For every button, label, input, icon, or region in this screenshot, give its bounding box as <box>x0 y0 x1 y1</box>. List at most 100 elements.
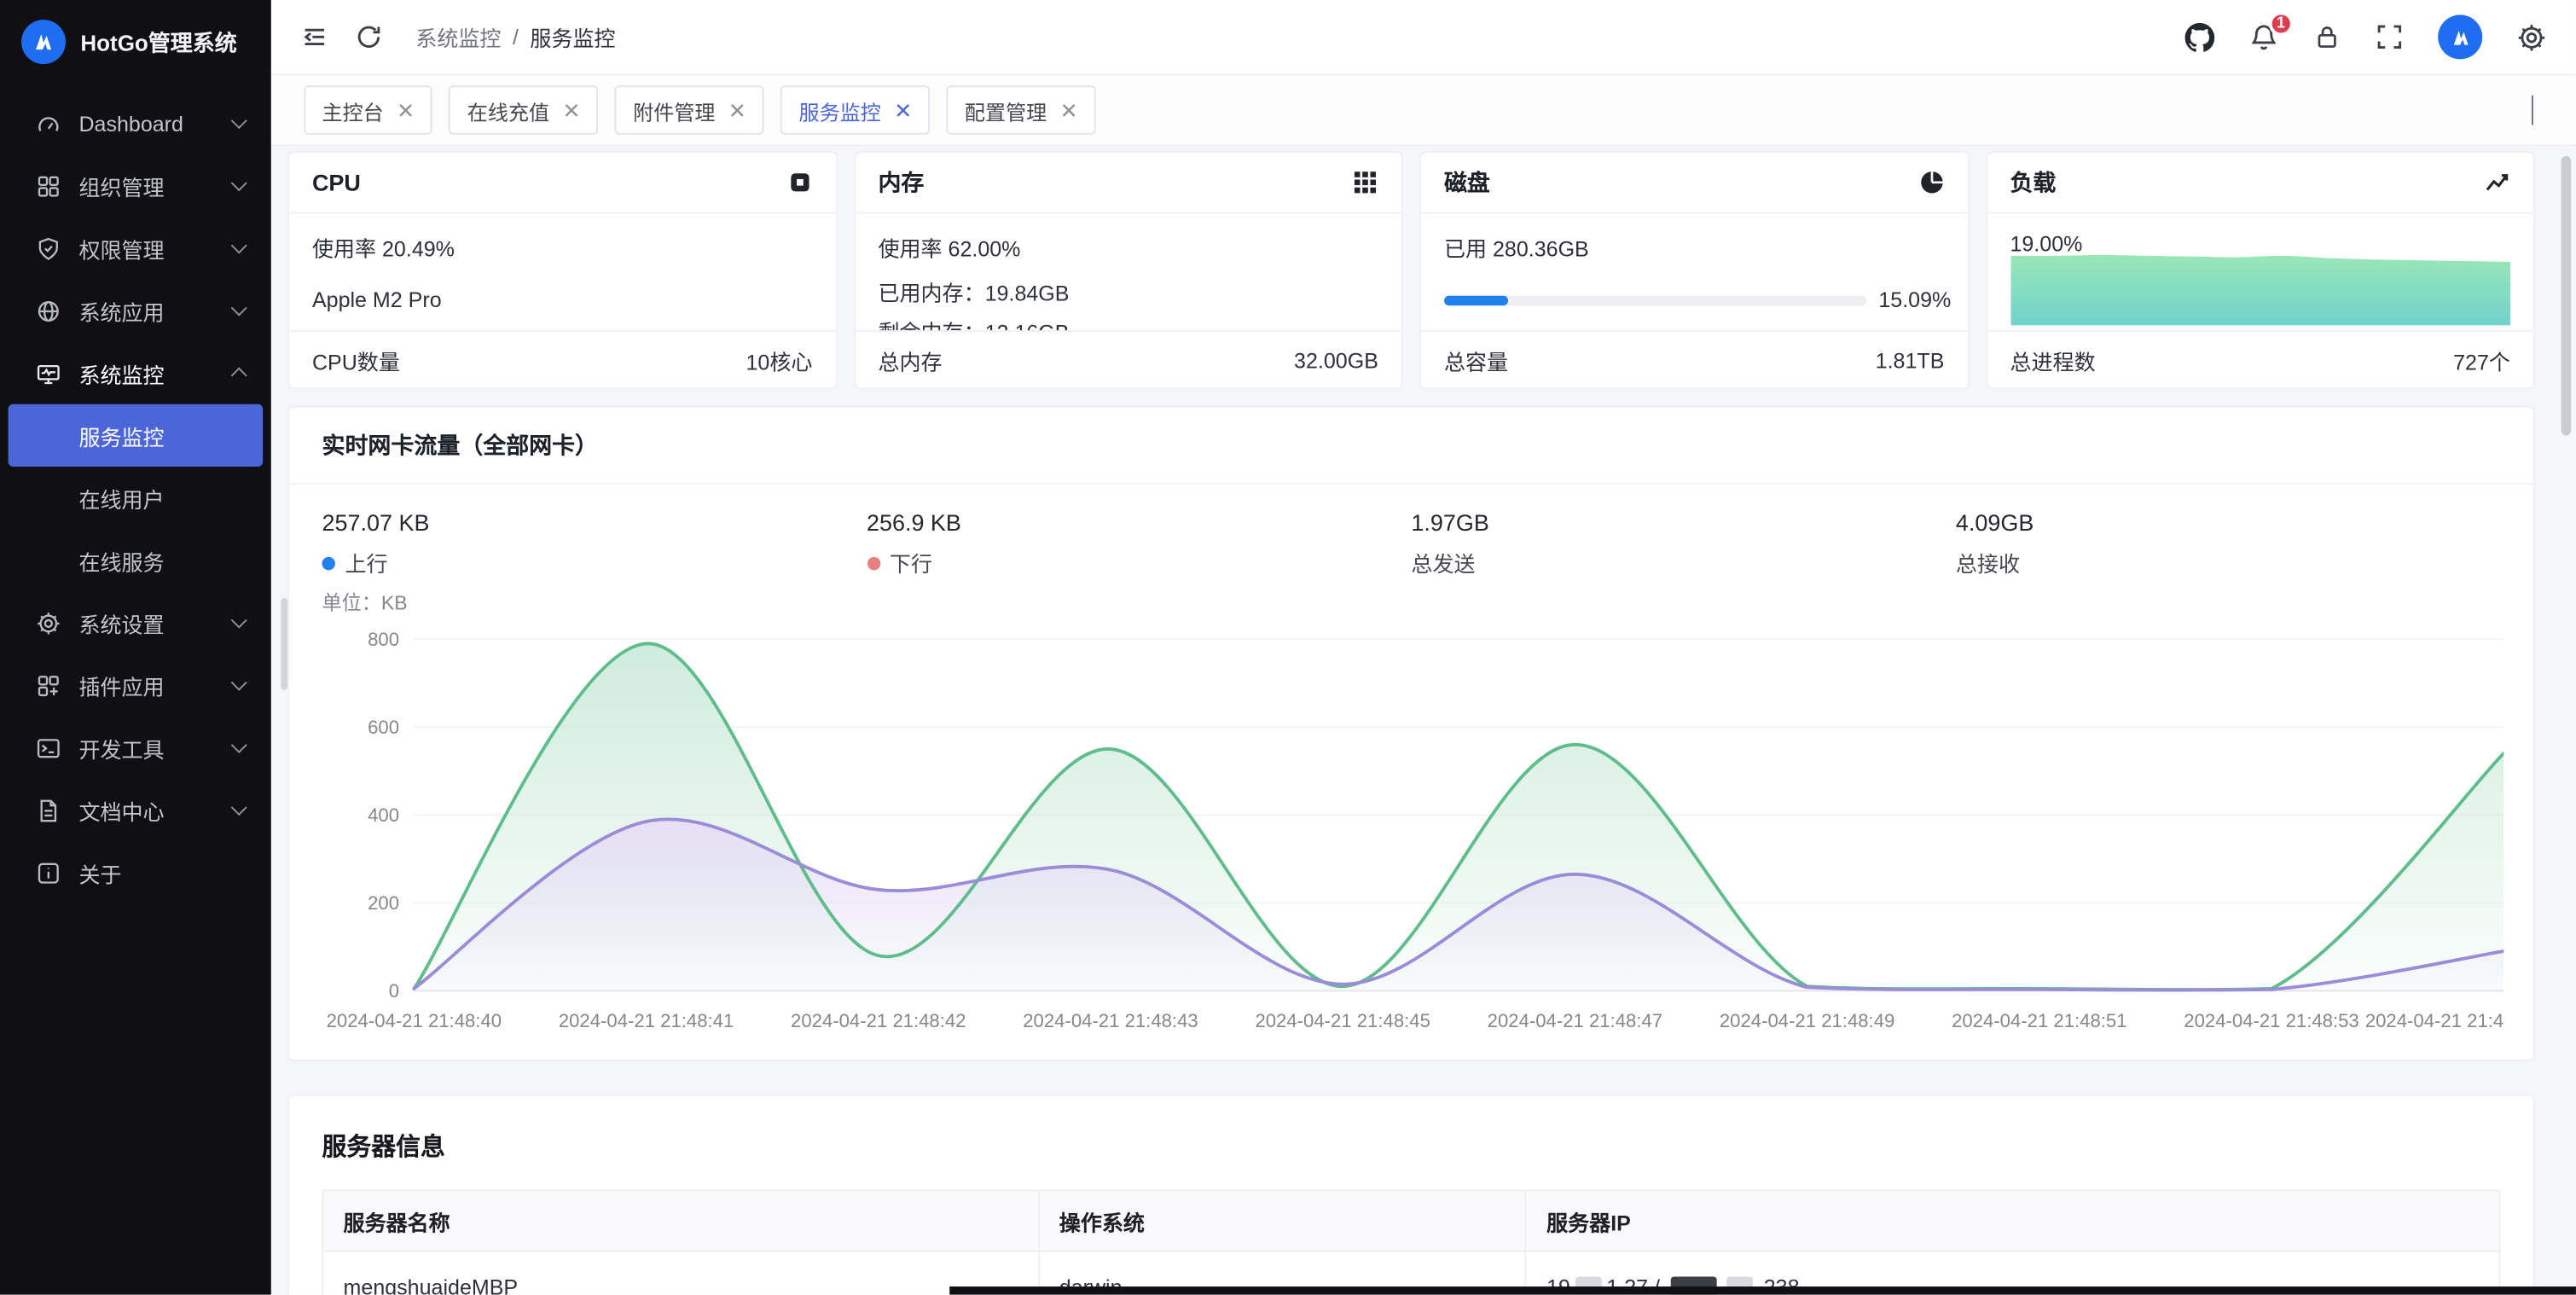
sidebar-item-plugins[interactable]: 插件应用 <box>0 654 271 717</box>
down-legend-dot <box>867 556 879 569</box>
disk-progress-fill <box>1444 295 1508 305</box>
tab-online-recharge[interactable]: 在线充值 ✕ <box>450 85 599 135</box>
app-logo-row[interactable]: HotGo管理系统 <box>0 0 271 82</box>
load-trend-icon <box>2484 169 2510 195</box>
cpu-card: CPU 使用率 20.49% Apple M2 Pro CPU数量 10核心 <box>287 151 837 389</box>
sidebar-item-org[interactable]: 组织管理 <box>0 154 271 217</box>
memory-footer-label: 总内存 <box>878 344 942 375</box>
breadcrumb-parent[interactable]: 系统监控 <box>415 21 501 53</box>
server-info-card: 服务器信息 服务器名称 操作系统 服务器IP mengshuaideMBP da… <box>287 1095 2535 1295</box>
sidebar-subitem-label: 服务监控 <box>78 420 164 451</box>
svg-text:600: 600 <box>368 717 399 738</box>
sidebar-menu: Dashboard 组织管理 权限管理 <box>0 82 271 903</box>
gear-icon <box>34 610 61 636</box>
traffic-chart-wrap: 单位：KB 02004006008002024-04-21 21:48:4020… <box>289 578 2533 1060</box>
server-name-cell: mengshuaideMBP <box>322 1251 1038 1295</box>
sidebar-item-permission[interactable]: 权限管理 <box>0 217 271 279</box>
close-icon[interactable]: ✕ <box>1060 100 1078 121</box>
sidebar-subitem-service-monitor[interactable]: 服务监控 <box>9 404 264 467</box>
server-table: 服务器名称 操作系统 服务器IP mengshuaideMBP darwin 1… <box>322 1189 2500 1294</box>
fullscreen-icon[interactable] <box>2376 23 2404 51</box>
disk-footer-label: 总容量 <box>1444 344 1508 375</box>
stat-label: 上行 <box>345 547 387 578</box>
tab-attachments[interactable]: 附件管理 ✕ <box>615 85 764 135</box>
traffic-stat-down: 256.9 KB 下行 <box>867 509 1411 578</box>
content-scrollbar-thumb[interactable] <box>281 598 287 690</box>
disk-percent-text: 15.09% <box>1878 286 1944 315</box>
svg-text:800: 800 <box>368 629 399 650</box>
screen-lock-icon[interactable] <box>2313 23 2341 51</box>
notification-bell-icon[interactable]: 1 <box>2249 22 2279 52</box>
terminal-icon <box>34 735 61 761</box>
page-scrollbar-thumb[interactable] <box>2561 156 2572 435</box>
close-icon[interactable]: ✕ <box>728 100 746 121</box>
sidebar-item-label: 系统监控 <box>78 357 215 389</box>
sidebar-subitem-online-users[interactable]: 在线用户 <box>0 467 271 529</box>
sidebar-item-label: 权限管理 <box>78 233 215 264</box>
sidebar-item-dashboard[interactable]: Dashboard <box>0 92 271 154</box>
sidebar-item-sysapp[interactable]: 系统应用 <box>0 279 271 341</box>
memory-usage-text: 使用率 62.00% <box>878 232 1378 264</box>
breadcrumb: 系统监控 / 服务监控 <box>415 21 615 53</box>
user-avatar[interactable] <box>2438 15 2482 59</box>
tab-bar: 主控台 ✕ 在线充值 ✕ 附件管理 ✕ 服务监控 ✕ 配置管理 ✕ <box>271 76 2576 147</box>
close-icon[interactable]: ✕ <box>397 100 415 121</box>
tab-config[interactable]: 配置管理 ✕ <box>947 85 1096 135</box>
sidebar-subitem-online-services[interactable]: 在线服务 <box>0 529 271 591</box>
sidebar-item-label: Dashboard <box>78 111 215 136</box>
menu-fold-icon[interactable] <box>300 23 328 51</box>
sidebar-item-docs[interactable]: 文档中心 <box>0 779 271 841</box>
grid-icon <box>34 172 61 199</box>
chevron-down-icon <box>231 799 247 816</box>
chevron-down-icon <box>231 175 247 191</box>
cpu-footer-value: 10核心 <box>746 344 812 375</box>
svg-text:2024-04-21 21:48:41: 2024-04-21 21:48:41 <box>559 1010 734 1031</box>
disk-footer-value: 1.81TB <box>1876 347 1945 372</box>
svg-text:0: 0 <box>389 980 399 1002</box>
sidebar-item-sysmonitor[interactable]: 系统监控 <box>0 342 271 404</box>
load-footer-value: 727个 <box>2453 344 2510 375</box>
chevron-down-icon <box>231 737 247 753</box>
tab-label: 主控台 <box>322 95 383 126</box>
column-header-os: 操作系统 <box>1039 1190 1526 1251</box>
traffic-stat-received: 4.09GB 总接收 <box>1956 509 2500 578</box>
traffic-stat-sent: 1.97GB 总发送 <box>1411 509 1955 578</box>
disk-progress-track <box>1444 295 1865 305</box>
breadcrumb-current[interactable]: 服务监控 <box>530 21 615 53</box>
main-area: 系统监控 / 服务监控 1 <box>271 0 2576 1295</box>
tab-service-monitor[interactable]: 服务监控 ✕ <box>780 85 930 135</box>
info-icon <box>34 859 61 886</box>
sidebar-item-label: 系统设置 <box>78 607 215 639</box>
sidebar-item-label: 文档中心 <box>78 794 215 826</box>
sidebar-subitem-label: 在线用户 <box>78 482 164 514</box>
cpu-card-title: CPU <box>312 169 361 195</box>
chart-unit-label: 单位：KB <box>322 589 2500 617</box>
close-icon[interactable]: ✕ <box>563 100 581 121</box>
tab-label: 配置管理 <box>965 95 1047 126</box>
up-legend-dot <box>322 556 334 569</box>
sidebar-subitem-label: 在线服务 <box>78 544 164 576</box>
sidebar-item-settings[interactable]: 系统设置 <box>0 591 271 653</box>
svg-text:2024-04-21 21:48:43: 2024-04-21 21:48:43 <box>1023 1010 1198 1031</box>
tab-dashboard[interactable]: 主控台 ✕ <box>304 85 432 135</box>
load-footer-label: 总进程数 <box>2010 344 2095 375</box>
sidebar-item-devtools[interactable]: 开发工具 <box>0 717 271 779</box>
tabbar-chevron-down-icon[interactable] <box>2521 85 2543 135</box>
plugin-grid-icon <box>34 672 61 699</box>
close-icon[interactable]: ✕ <box>894 100 912 121</box>
disk-progress: 15.09% <box>1444 286 1944 315</box>
stat-cards-row: CPU 使用率 20.49% Apple M2 Pro CPU数量 10核心 <box>287 151 2535 389</box>
svg-text:2024-04-21 21:48:45: 2024-04-21 21:48:45 <box>1255 1010 1430 1031</box>
document-icon <box>34 797 61 823</box>
tab-label: 附件管理 <box>633 95 715 126</box>
settings-gear-icon[interactable] <box>2517 22 2547 52</box>
svg-text:200: 200 <box>368 892 399 914</box>
refresh-icon[interactable] <box>355 23 383 51</box>
disk-card-title: 磁盘 <box>1444 166 1490 200</box>
sidebar-item-about[interactable]: 关于 <box>0 841 271 903</box>
chevron-down-icon <box>231 675 247 691</box>
github-icon[interactable] <box>2185 22 2215 52</box>
svg-text:2024-04-21 21:4: 2024-04-21 21:4 <box>2365 1010 2503 1031</box>
load-card-title: 负载 <box>2010 166 2056 200</box>
chevron-down-icon <box>231 613 247 629</box>
